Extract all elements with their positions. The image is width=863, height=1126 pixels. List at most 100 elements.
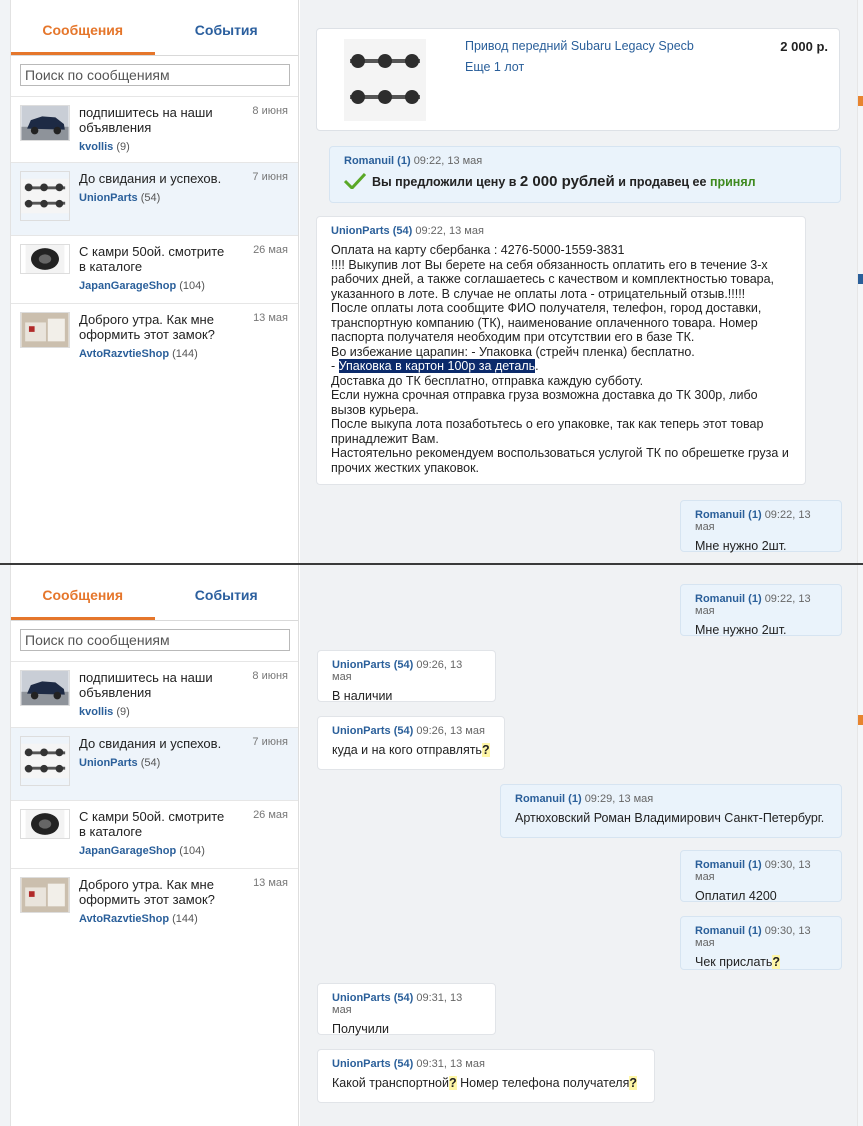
conversation-item[interactable]: С камри 50ой. смотрите в каталоге 26 мая…	[11, 800, 298, 868]
conversation-user[interactable]: JapanGarageShop	[79, 280, 176, 292]
search-input[interactable]	[20, 629, 290, 651]
message-author[interactable]: UnionParts (54)	[332, 659, 413, 671]
lot-title-link[interactable]: Привод передний Subaru Legacy Specb	[465, 39, 694, 53]
message-author[interactable]: Romanuil (1)	[344, 155, 411, 167]
buyer-message: Romanuil (1) 09:30, 13 мая Чек прислать?	[680, 916, 842, 970]
conversation-date: 13 мая	[253, 877, 288, 889]
buyer-message: Romanuil (1) 09:22, 13 мая Мне нужно 2шт…	[680, 584, 842, 637]
message-author[interactable]: Romanuil (1)	[695, 925, 762, 937]
conversation-item[interactable]: До свидания и успехов. 7 июня UnionParts…	[11, 727, 298, 800]
chat-window-bottom: Сообщения События подпишитесь на наши об…	[0, 565, 863, 1126]
user-rating: (104)	[179, 280, 205, 292]
sidebar-tabs: Сообщения События	[11, 0, 298, 56]
wheel-photo-icon	[20, 809, 70, 839]
message-thread: Romanuil (1) 09:22, 13 мая Мне нужно 2шт…	[300, 565, 857, 1126]
message-author[interactable]: UnionParts (54)	[332, 725, 413, 737]
message-time: 09:22, 13 мая	[413, 155, 483, 167]
message-time: 09:22, 13 мая	[415, 225, 484, 237]
conversation-user[interactable]: kvollis	[79, 706, 113, 718]
conversation-item[interactable]: С камри 50ой. смотрите в каталоге 26 мая…	[11, 235, 298, 303]
conversation-item[interactable]: подпишитесь на наши объявления 8 июня kv…	[11, 96, 298, 162]
message-body: Мне нужно 2шт.	[695, 623, 787, 637]
user-rating: (9)	[116, 141, 130, 153]
seller-message: UnionParts (54) 09:26, 13 мая куда и на …	[317, 716, 505, 770]
user-rating: (144)	[172, 913, 198, 925]
car-photo-icon	[20, 105, 70, 141]
conversation-sidebar: Сообщения События подпишитесь на наши об…	[11, 565, 299, 1126]
selected-text: Упаковка в картон 100р за деталь	[338, 359, 536, 373]
background-page-strip-right	[857, 565, 863, 1126]
offer-status: принял	[709, 175, 756, 189]
driveshaft-photo-icon	[20, 171, 70, 221]
message-author[interactable]: Romanuil (1)	[695, 593, 762, 605]
lot-card: Привод передний Subaru Legacy Specb Еще …	[316, 28, 840, 131]
user-rating: (144)	[172, 348, 198, 360]
tab-events[interactable]: События	[155, 565, 299, 620]
conversation-item[interactable]: Доброго утра. Как мне оформить этот замо…	[11, 868, 298, 936]
sidebar-tabs: Сообщения События	[11, 565, 298, 621]
wheel-photo-icon	[20, 244, 70, 274]
message-author[interactable]: UnionParts (54)	[332, 992, 413, 1004]
offer-message: Romanuil (1) 09:22, 13 мая Вы предложили…	[329, 146, 841, 203]
message-body: В наличии	[332, 689, 393, 703]
conversation-user[interactable]: UnionParts	[79, 192, 138, 204]
background-page-strip-right	[857, 0, 863, 565]
conversation-user[interactable]: AvtoRazvtieShop	[79, 913, 169, 925]
buyer-message: Romanuil (1) 09:22, 13 мая Мне нужно 2шт…	[680, 500, 842, 553]
seller-message: UnionParts (54) 09:31, 13 мая Какой тран…	[317, 1049, 655, 1103]
conversation-date: 7 июня	[252, 171, 288, 183]
message-author[interactable]: Romanuil (1)	[695, 859, 762, 871]
offer-text: Вы предложили цену в	[372, 175, 517, 189]
parts-box-photo-icon	[20, 312, 70, 348]
conversation-user[interactable]: JapanGarageShop	[79, 845, 176, 857]
tab-messages[interactable]: Сообщения	[11, 565, 155, 620]
conversation-item[interactable]: подпишитесь на наши объявления 8 июня kv…	[11, 661, 298, 727]
conversation-date: 8 июня	[252, 105, 288, 117]
conversation-item[interactable]: До свидания и успехов. 7 июня UnionParts…	[11, 162, 298, 235]
conversation-date: 8 июня	[252, 670, 288, 682]
driveshaft-photo-icon	[20, 736, 70, 786]
tab-messages[interactable]: Сообщения	[11, 0, 155, 55]
conversation-date: 7 июня	[252, 736, 288, 748]
seller-message: UnionParts (54) 09:31, 13 мая Получили	[317, 983, 496, 1036]
search-input[interactable]	[20, 64, 290, 86]
user-rating: (54)	[140, 192, 161, 204]
message-author[interactable]: UnionParts (54)	[331, 225, 412, 237]
offer-text-mid: и продавец ее	[618, 175, 707, 189]
message-time: 09:26, 13 мая	[416, 725, 485, 737]
checkmark-icon	[344, 173, 366, 189]
driveshaft-photo-icon	[344, 39, 426, 121]
seller-message: UnionParts (54) 09:22, 13 мая Оплата на …	[316, 216, 806, 485]
background-page-strip	[0, 565, 11, 1126]
message-time: 09:29, 13 мая	[584, 793, 654, 805]
message-time: 09:31, 13 мая	[416, 1058, 485, 1070]
conversation-date: 13 мая	[253, 312, 288, 324]
conversation-user[interactable]: kvollis	[79, 141, 113, 153]
message-body: куда и на кого отправлять?	[332, 743, 490, 757]
tab-events[interactable]: События	[155, 0, 299, 55]
message-body: Оплатил 4200	[695, 889, 777, 903]
message-author[interactable]: Romanuil (1)	[515, 793, 582, 805]
buyer-message: Romanuil (1) 09:30, 13 мая Оплатил 4200	[680, 850, 842, 903]
background-page-strip	[0, 0, 11, 565]
car-photo-icon	[20, 670, 70, 706]
message-body: Чек прислать?	[695, 955, 781, 969]
conversation-user[interactable]: AvtoRazvtieShop	[79, 348, 169, 360]
parts-box-photo-icon	[20, 877, 70, 913]
user-rating: (104)	[179, 845, 205, 857]
message-author[interactable]: UnionParts (54)	[332, 1058, 413, 1070]
message-body: Мне нужно 2шт.	[695, 539, 787, 553]
conversation-sidebar: Сообщения События подпишитесь на наши об…	[11, 0, 299, 565]
conversation-user[interactable]: UnionParts	[79, 757, 138, 769]
more-lots-link[interactable]: Еще 1 лот	[465, 60, 524, 74]
conversation-item[interactable]: Доброго утра. Как мне оформить этот замо…	[11, 303, 298, 371]
seller-message: UnionParts (54) 09:26, 13 мая В наличии	[317, 650, 496, 703]
user-rating: (9)	[116, 706, 130, 718]
message-body: Артюховский Роман Владимирович Санкт-Пет…	[515, 811, 825, 825]
message-body: Оплата на карту сбербанка : 4276-5000-15…	[331, 243, 789, 475]
message-author[interactable]: Romanuil (1)	[695, 509, 762, 521]
lot-price: 2 000 р.	[780, 39, 828, 54]
message-body: Получили	[332, 1022, 389, 1036]
user-rating: (54)	[140, 757, 161, 769]
conversation-date: 26 мая	[253, 809, 288, 821]
